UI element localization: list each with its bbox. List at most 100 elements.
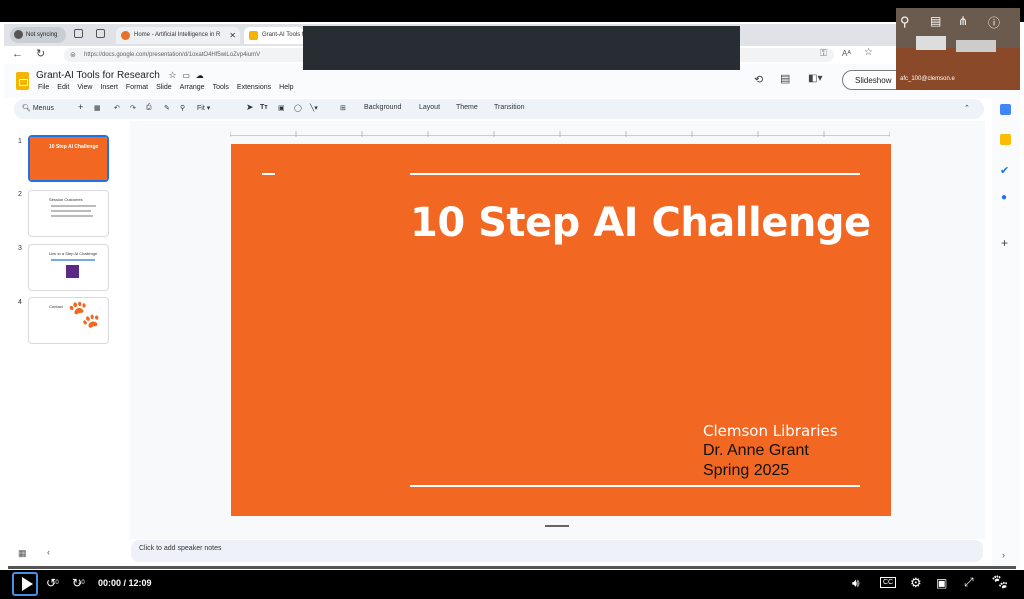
slide-bottom-rule (410, 485, 860, 487)
share-icon[interactable]: ⋔ (958, 14, 968, 28)
horizontal-ruler (229, 124, 891, 137)
time-display: 00:00 / 12:09 (98, 578, 152, 588)
layout-button[interactable]: Layout (419, 104, 440, 111)
tab-search-icon[interactable] (96, 29, 105, 38)
menu-file[interactable]: File (38, 84, 49, 91)
collapse-chevron-icon[interactable]: ⌃ (964, 104, 970, 112)
theme-button[interactable]: Theme (456, 104, 478, 111)
zoom-icon[interactable]: ⚲ (180, 104, 185, 112)
menu-bar: File Edit View Insert Format Slide Arran… (38, 84, 294, 91)
menu-slide[interactable]: Slide (156, 84, 172, 91)
text-box-icon[interactable]: Tт (260, 104, 268, 111)
paint-format-icon[interactable]: ✎ (164, 104, 170, 112)
settings-gear-icon[interactable]: ⚙ (910, 575, 922, 591)
menu-view[interactable]: View (77, 84, 92, 91)
keep-icon[interactable] (1000, 134, 1011, 145)
background-button[interactable]: Background (364, 104, 401, 111)
notes-resize-handle[interactable] (545, 525, 569, 527)
webcam-overlay: ⚲ ▤ ⋔ ⓘ afc_100@clemson.e (896, 8, 1020, 90)
webcam-floor (896, 48, 1020, 90)
slides-logo-icon[interactable] (16, 72, 29, 90)
menu-tools[interactable]: Tools (213, 84, 229, 91)
paw-logo-icon: 🐾︎ (65, 299, 104, 332)
zoom-select[interactable]: Fit ▾ (197, 104, 210, 112)
menu-insert[interactable]: Insert (100, 84, 118, 91)
tab-home-ai[interactable]: Home - Artificial Intelligence in R ✕ (116, 27, 240, 44)
search-menus[interactable]: 🔍︎ Menus (22, 104, 54, 112)
sync-status-pill[interactable]: Not syncing (10, 27, 66, 43)
meet-icon[interactable]: ◧▾ (808, 73, 822, 84)
menu-help[interactable]: Help (279, 84, 293, 91)
menu-arrange[interactable]: Arrange (180, 84, 205, 91)
tasks-icon[interactable]: ✔ (1000, 164, 1009, 177)
slide-top-rule (410, 173, 860, 175)
site-info-icon[interactable]: ⊜ (70, 51, 76, 59)
grid-view-icon[interactable]: ▦ (18, 548, 27, 559)
notes-placeholder: Click to add speaker notes (139, 545, 222, 552)
expand-panel-icon[interactable]: › (1002, 550, 1005, 560)
slide-organization[interactable]: Clemson Libraries (703, 422, 838, 440)
comment-add-icon[interactable]: ⊞ (340, 104, 346, 112)
slide-title[interactable]: 10 Step AI Challenge (410, 200, 871, 246)
document-title[interactable]: Grant-AI Tools for Research ☆ ▭ ☁ (36, 70, 204, 81)
back-arrow-icon[interactable]: ← (12, 48, 23, 60)
move-folder-icon[interactable]: ▭ (182, 71, 190, 80)
menu-edit[interactable]: Edit (57, 84, 69, 91)
redo-icon[interactable]: ↷ (130, 104, 136, 112)
image-icon[interactable]: ▣ (278, 104, 285, 112)
shape-icon[interactable]: ◯ (294, 104, 302, 112)
contacts-icon[interactable]: ● (1001, 192, 1007, 203)
play-button[interactable] (12, 572, 38, 596)
slide-term[interactable]: Spring 2025 (703, 462, 789, 480)
read-aloud-icon[interactable]: Aᴬ (842, 49, 851, 58)
comment-icon[interactable]: ▤ (780, 72, 790, 85)
line-icon[interactable]: ╲▾ (310, 104, 318, 112)
info-icon[interactable]: ⓘ (988, 14, 1000, 31)
bookmark-star-icon[interactable]: ☆ (864, 47, 873, 58)
search-icon[interactable]: ⚲ (900, 14, 910, 30)
volume-icon[interactable]: 🔊︎ (852, 576, 860, 591)
thumb-qr-image (66, 265, 79, 278)
calendar-icon[interactable] (1000, 104, 1011, 115)
thumb-text-line (51, 215, 93, 217)
vertical-ruler (118, 140, 130, 520)
slide-number: 1 (18, 138, 22, 145)
new-slide-icon[interactable]: + (78, 102, 83, 112)
menu-extensions[interactable]: Extensions (237, 84, 271, 91)
transcript-icon[interactable]: ▤ (930, 14, 941, 28)
select-cursor-icon[interactable]: ➤ (246, 102, 254, 113)
account-email: afc_100@clemson.e (900, 76, 955, 82)
menu-format[interactable]: Format (126, 84, 148, 91)
history-icon[interactable]: ⟲ (754, 73, 763, 86)
speaker-notes-field[interactable]: Click to add speaker notes (131, 540, 983, 562)
close-icon[interactable]: ✕ (229, 31, 236, 40)
slide-thumbnail-4[interactable]: Contact 🐾︎ (28, 297, 109, 344)
layout-grid-icon[interactable]: ▦ (94, 104, 101, 112)
tab-grant-ai[interactable]: Grant-AI Tools f (244, 27, 304, 44)
undo-icon[interactable]: ↶ (114, 104, 120, 112)
slide-presenter[interactable]: Dr. Anne Grant (703, 442, 809, 460)
key-icon[interactable]: ⚿ (820, 48, 827, 59)
collapse-filmstrip-icon[interactable]: ‹ (47, 547, 50, 557)
occlusion-block (303, 26, 740, 70)
picture-in-picture-icon[interactable]: ▣ (936, 576, 947, 590)
paw-logo-icon[interactable]: 🐾︎ (990, 573, 1009, 591)
slide-thumbnail-1[interactable]: 10 Step AI Challenge (28, 135, 109, 182)
thumb-text-line (51, 205, 96, 207)
tab-label: Home - Artificial Intelligence in R (134, 32, 221, 38)
captions-button[interactable]: CC (880, 577, 897, 588)
slide-thumbnail-3[interactable]: Link to a Step AI Challenge (28, 244, 109, 291)
thumb-link-line (51, 259, 95, 261)
cloud-status-icon[interactable]: ☁ (196, 71, 204, 80)
print-icon[interactable]: ⎙ (146, 104, 152, 112)
tab-groups-icon[interactable] (74, 29, 83, 38)
thumb-text-line (51, 210, 91, 212)
star-icon[interactable]: ☆ (169, 70, 177, 80)
video-frame: Not syncing Home - Artificial Intelligen… (0, 0, 1024, 599)
video-progress-bar[interactable] (8, 566, 1016, 569)
fullscreen-icon[interactable]: ⤢ (964, 575, 974, 590)
slide-thumbnail-2[interactable]: Session Outcomes (28, 190, 109, 237)
add-addon-icon[interactable]: + (1001, 236, 1008, 250)
transition-button[interactable]: Transition (494, 104, 524, 111)
reload-icon[interactable]: ↻ (36, 47, 45, 60)
